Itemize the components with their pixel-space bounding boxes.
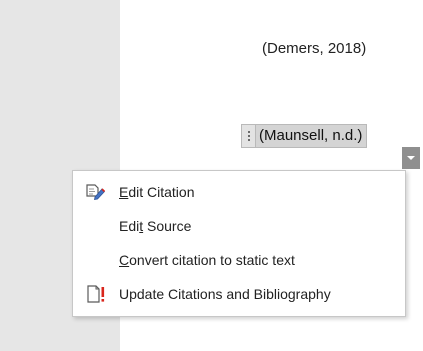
edit-citation-icon	[73, 175, 119, 209]
menu-item-label: Convert citation to static text	[119, 252, 295, 268]
content-control-handle[interactable]	[241, 124, 255, 148]
citation-content-control[interactable]: (Maunsell, n.d.)	[241, 124, 420, 169]
menu-item-edit-source[interactable]: Edit Source	[73, 209, 405, 243]
menu-item-label: Edit Source	[119, 218, 192, 234]
citation-context-menu: Edit Citation Edit Source Convert citati…	[72, 170, 406, 317]
menu-item-label: Edit Citation	[119, 184, 195, 200]
menu-item-label: Update Citations and Bibliography	[119, 286, 331, 302]
citation-maunsell[interactable]: (Maunsell, n.d.)	[255, 124, 368, 148]
update-document-icon	[73, 277, 119, 311]
content-control-dropdown-button[interactable]	[402, 147, 420, 169]
word-window: (Demers, 2018) (Maunsell, n.d.) Edit Cit…	[0, 0, 423, 351]
menu-item-convert-citation[interactable]: Convert citation to static text	[73, 243, 405, 277]
citation-demers[interactable]: (Demers, 2018)	[262, 40, 366, 57]
menu-item-edit-citation[interactable]: Edit Citation	[73, 175, 405, 209]
menu-item-update-citations[interactable]: Update Citations and Bibliography	[73, 277, 405, 311]
chevron-down-icon	[407, 156, 415, 160]
